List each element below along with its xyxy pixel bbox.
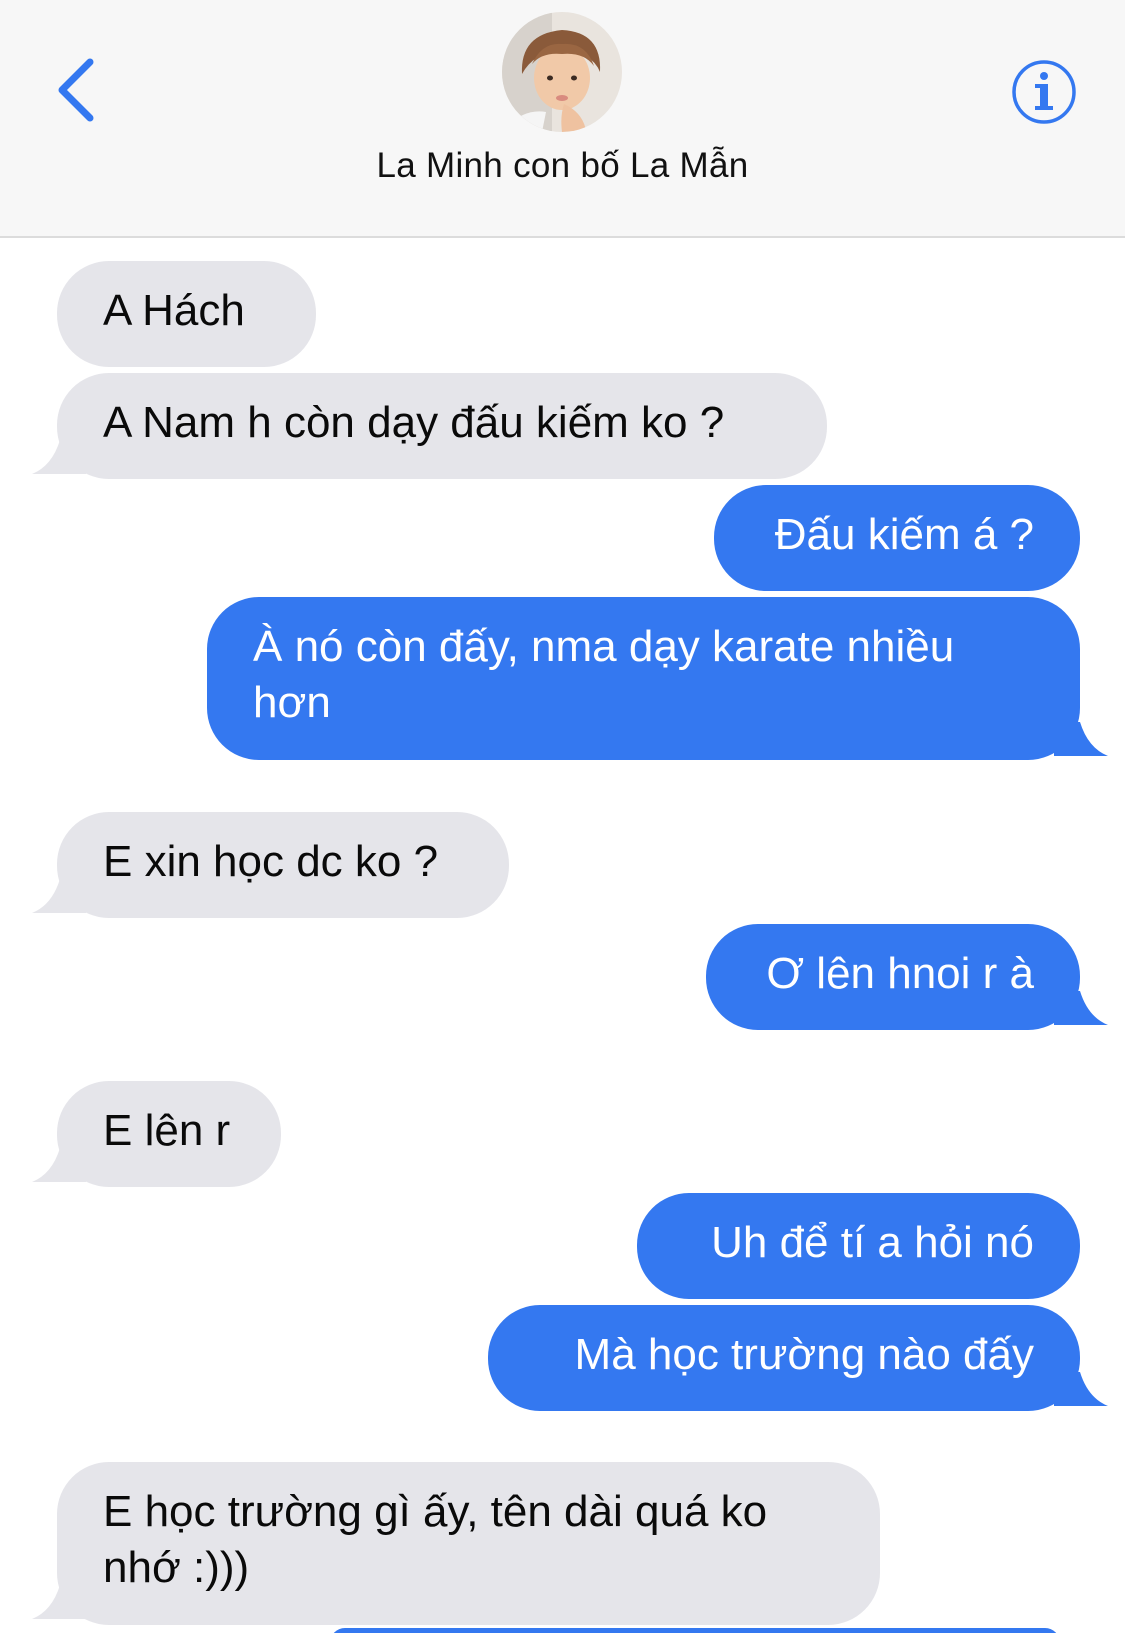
- message-text: Đấu kiếm á ?: [774, 510, 1034, 559]
- message-bubble-incoming[interactable]: E xin học dc ko ?: [57, 812, 509, 918]
- contact-avatar[interactable]: [502, 12, 622, 132]
- message-text: A Nam h còn dạy đấu kiếm ko ?: [103, 398, 725, 447]
- conversation-header: La Minh con bố La Mẫn: [0, 0, 1125, 238]
- avatar-image: [502, 12, 622, 132]
- message-bubble-outgoing-partial[interactable]: [330, 1628, 1060, 1633]
- message-bubble-incoming[interactable]: A Hách: [57, 261, 316, 367]
- messages-screen: La Minh con bố La Mẫn A Hách A Nam h còn…: [0, 0, 1125, 1633]
- bubble-tail-incoming: [32, 440, 86, 474]
- message-text: A Hách: [103, 286, 245, 335]
- message-bubble-incoming[interactable]: E học trường gì ấy, tên dài quá ko nhớ :…: [57, 1462, 880, 1625]
- message-text: Uh để tí a hỏi nó: [711, 1218, 1034, 1267]
- message-bubble-outgoing[interactable]: Đấu kiếm á ?: [714, 485, 1080, 591]
- bubble-tail-outgoing: [1054, 1372, 1108, 1406]
- back-button[interactable]: [52, 56, 108, 128]
- message-text: E học trường gì ấy, tên dài quá ko nhớ :…: [103, 1487, 768, 1592]
- message-bubble-outgoing[interactable]: Uh để tí a hỏi nó: [637, 1193, 1080, 1299]
- message-text: Mà học trường nào đấy: [574, 1330, 1034, 1379]
- message-text: À nó còn đấy, nma dạy karate nhiều hơn: [253, 622, 955, 727]
- chevron-left-icon: [58, 58, 94, 122]
- message-bubble-outgoing[interactable]: À nó còn đấy, nma dạy karate nhiều hơn: [207, 597, 1080, 760]
- message-bubble-outgoing[interactable]: Ơ lên hnoi r à: [706, 924, 1080, 1030]
- bubble-tail-outgoing: [1054, 991, 1108, 1025]
- bubble-tail-incoming: [32, 1148, 86, 1182]
- message-text: E xin học dc ko ?: [103, 837, 439, 886]
- bubble-tail-outgoing: [1054, 722, 1108, 756]
- message-text: Ơ lên hnoi r à: [766, 949, 1034, 998]
- message-text: E lên r: [103, 1106, 231, 1155]
- contact-name[interactable]: La Minh con bố La Mẫn: [0, 146, 1125, 186]
- bubble-tail-incoming: [32, 879, 86, 913]
- message-bubble-outgoing[interactable]: Mà học trường nào đấy: [488, 1305, 1080, 1411]
- bubble-tail-incoming: [32, 1585, 86, 1619]
- info-circle-icon: [1012, 60, 1076, 124]
- info-button[interactable]: [1010, 58, 1078, 126]
- message-bubble-incoming[interactable]: E lên r: [57, 1081, 281, 1187]
- message-bubble-incoming[interactable]: A Nam h còn dạy đấu kiếm ko ?: [57, 373, 827, 479]
